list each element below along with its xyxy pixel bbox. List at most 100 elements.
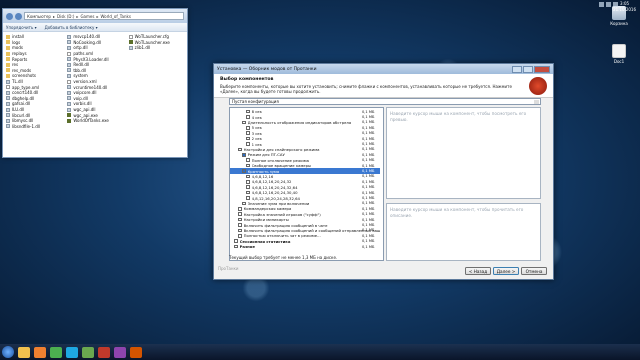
- next-button[interactable]: Далее >: [493, 267, 519, 275]
- utorrent-icon[interactable]: [82, 346, 94, 358]
- tree-item-size: 0,1 МБ: [362, 131, 375, 136]
- dll-file-icon: [67, 85, 72, 90]
- breadcrumb-item[interactable]: Компьютер: [27, 14, 51, 19]
- file-name: WoTLauncher.cfg: [134, 34, 169, 40]
- file-name: voip.dll: [73, 95, 88, 101]
- component-checkbox[interactable]: [238, 223, 242, 227]
- file-name: zlib1.dll: [134, 45, 151, 51]
- breadcrumb-item[interactable]: Games: [80, 14, 94, 19]
- component-checkbox[interactable]: [246, 115, 250, 119]
- cfg-file-icon: [67, 51, 72, 56]
- dll-file-icon: [6, 118, 10, 123]
- file-name: res_mods: [12, 67, 32, 73]
- component-checkbox[interactable]: [238, 207, 242, 211]
- explorer-icon[interactable]: [18, 346, 30, 358]
- file-name: version.xml: [73, 79, 97, 85]
- file-name: WoTLauncher.exe: [134, 39, 170, 45]
- clock[interactable]: 3:05 21.10.2016: [613, 1, 636, 13]
- tree-item-size: 0,1 МБ: [362, 179, 375, 184]
- component-checkbox[interactable]: [246, 174, 250, 179]
- component-checkbox[interactable]: [234, 244, 238, 249]
- installer-logo-icon: [529, 77, 547, 95]
- exe-file-icon: [67, 118, 72, 123]
- breadcrumb-item[interactable]: Disk (D:): [57, 14, 74, 19]
- game-icon[interactable]: [98, 346, 110, 358]
- component-checkbox[interactable]: [238, 212, 242, 217]
- component-checkbox[interactable]: [246, 131, 250, 136]
- dll-file-icon: [6, 96, 10, 101]
- volume-icon[interactable]: [606, 2, 611, 7]
- file-name: PhysX3.Loader.dll: [73, 56, 109, 62]
- component-checkbox[interactable]: [246, 158, 250, 163]
- dll-file-icon: [67, 101, 72, 106]
- file-name: replays: [12, 51, 27, 57]
- chevron-down-icon[interactable]: [534, 100, 539, 104]
- close-button[interactable]: [534, 65, 550, 73]
- header-description: Выберите компоненты, которые вы хотите у…: [220, 84, 512, 94]
- cfg-file-icon: [67, 79, 72, 84]
- tree-item-size: 0,1 МБ: [362, 239, 375, 244]
- start-orb-icon[interactable]: [2, 346, 14, 358]
- add-to-library-menu[interactable]: Добавить в библиотеку ▾: [45, 25, 98, 30]
- folder-icon: [6, 51, 10, 56]
- file-name: ortp.dll: [73, 45, 88, 51]
- file-name: WorldOfTanks.exe: [73, 118, 109, 124]
- dialog-header: Выбор компонентов Выберите компоненты, к…: [214, 74, 553, 98]
- components-tree[interactable]: 8 сек 0,1 МБ 4 сек 0,1 МБ Длительность отобр…: [229, 107, 384, 261]
- description-hint: Наведите курсор мыши на компонент, чтобы…: [390, 207, 524, 218]
- tree-item-size: 0,1 МБ: [362, 217, 375, 222]
- file-column: msvcp140.dll NoCooking.dll ortp.dll paths.x…: [67, 34, 122, 129]
- component-checkbox[interactable]: [238, 234, 242, 238]
- component-checkbox[interactable]: [242, 201, 246, 206]
- file-item[interactable]: libsndfile-1.dll: [6, 124, 61, 130]
- file-name: libcurl.dll: [12, 112, 31, 118]
- component-checkbox[interactable]: [246, 142, 250, 146]
- dll-file-icon: [6, 79, 10, 84]
- explorer-window: Компьютер ▸ Disk (D:) ▸ Games ▸ World_of…: [2, 8, 188, 158]
- component-checkbox[interactable]: [238, 147, 242, 152]
- component-checkbox[interactable]: [246, 190, 250, 195]
- preview-panel: Наведите курсор мыши на компонент, чтобы…: [386, 107, 541, 199]
- component-checkbox[interactable]: [242, 153, 246, 157]
- file-name: system: [73, 73, 88, 79]
- maximize-button[interactable]: [523, 65, 533, 73]
- tree-item[interactable]: Разное 0,1 МБ: [230, 244, 380, 249]
- media-player-icon[interactable]: [34, 346, 46, 358]
- cancel-button[interactable]: Отмена: [521, 267, 547, 275]
- tree-item-size: 0,1 МБ: [362, 169, 375, 174]
- network-icon[interactable]: [599, 2, 604, 7]
- back-arrow-icon[interactable]: [6, 12, 13, 20]
- component-checkbox[interactable]: [238, 228, 242, 233]
- breadcrumb-item[interactable]: World_of_Tanks: [100, 14, 131, 19]
- component-checkbox[interactable]: [246, 126, 250, 130]
- file-name: screenshots: [12, 73, 37, 79]
- component-checkbox[interactable]: [238, 217, 242, 222]
- back-button[interactable]: < Назад: [465, 267, 491, 275]
- organize-menu[interactable]: Упорядочить ▾: [6, 25, 37, 30]
- file-item[interactable]: WorldOfTanks.exe: [67, 118, 122, 124]
- file-item[interactable]: zlib1.dll: [128, 45, 184, 51]
- breadcrumb[interactable]: Компьютер ▸ Disk (D:) ▸ Games ▸ World_of…: [24, 12, 184, 20]
- component-checkbox[interactable]: [246, 185, 250, 190]
- installer-icon[interactable]: [114, 346, 126, 358]
- document-desktop-icon[interactable]: Doc1: [604, 44, 634, 64]
- component-checkbox[interactable]: [234, 239, 238, 244]
- component-checkbox[interactable]: [246, 109, 250, 114]
- desktop-icon-label: Doc1: [613, 59, 625, 64]
- desktop-icon-label: Корзина: [610, 21, 628, 26]
- folder-icon: [6, 34, 10, 39]
- minimize-button[interactable]: [512, 65, 522, 73]
- dll-file-icon: [6, 101, 10, 106]
- component-checkbox[interactable]: [246, 163, 250, 168]
- skype-icon[interactable]: [66, 346, 78, 358]
- component-checkbox[interactable]: [246, 196, 250, 200]
- file-name: ILU.dll: [12, 107, 25, 113]
- component-checkbox[interactable]: [242, 169, 246, 173]
- component-checkbox[interactable]: [246, 136, 250, 141]
- config-select[interactable]: Пустая конфигурация: [229, 98, 541, 105]
- recorder-icon[interactable]: [130, 346, 142, 358]
- component-checkbox[interactable]: [242, 120, 246, 125]
- chrome-icon[interactable]: [50, 346, 62, 358]
- component-checkbox[interactable]: [246, 180, 250, 184]
- forward-arrow-icon[interactable]: [15, 12, 22, 20]
